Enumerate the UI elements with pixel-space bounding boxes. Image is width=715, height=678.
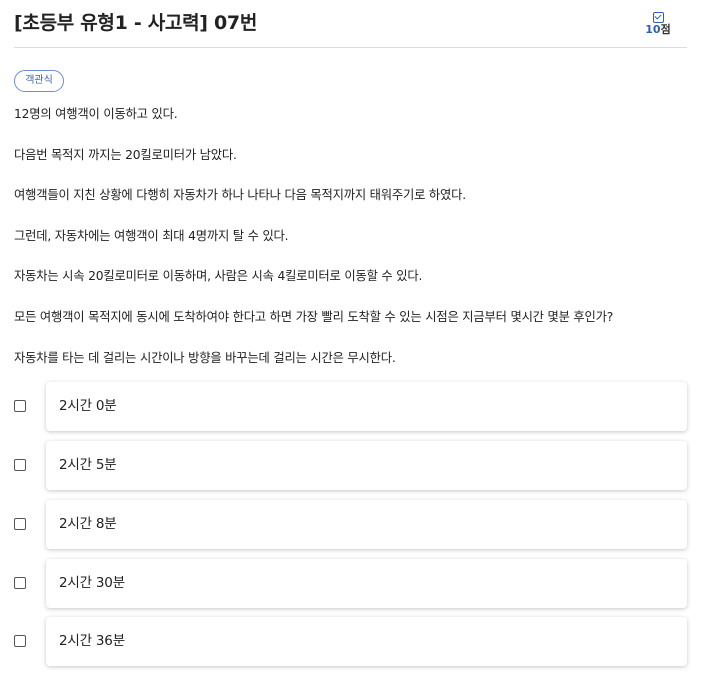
option-card[interactable]: 2시간 8분 [46, 500, 687, 549]
question-type-badge: 객관식 [14, 70, 64, 92]
points-indicator: 10점 [643, 12, 673, 36]
option-checkbox[interactable] [14, 400, 26, 412]
question-line: 자동차는 시속 20킬로미터로 이동하며, 사람은 시속 4킬로미터로 이동할 … [14, 269, 423, 284]
points-label: 10점 [643, 24, 673, 36]
checkbox-icon [652, 12, 664, 23]
question-line: 여행객들이 지친 상황에 다행히 자동차가 하나 나타나 다음 목적지까지 태워… [14, 188, 466, 203]
option-card[interactable]: 2시간 36분 [46, 617, 687, 666]
option-card[interactable]: 2시간 5분 [46, 441, 687, 490]
option-card[interactable]: 2시간 30분 [46, 559, 687, 608]
option-checkbox[interactable] [14, 518, 26, 530]
answer-option-4[interactable]: 2시간 30분 [0, 559, 715, 608]
page-title: [초등부 유형1 - 사고력] 07번 [14, 12, 257, 34]
answer-option-1[interactable]: 2시간 0분 [0, 382, 715, 431]
option-checkbox[interactable] [14, 459, 26, 471]
answer-option-5[interactable]: 2시간 36분 [0, 617, 715, 666]
question-line: 모든 여행객이 목적지에 동시에 도착하여야 한다고 하면 가장 빨리 도착할 … [14, 309, 614, 324]
question-header: [초등부 유형1 - 사고력] 07번 10점 [14, 6, 687, 48]
option-checkbox[interactable] [14, 577, 26, 589]
question-line: 그런데, 자동차에는 여행객이 최대 4명까지 탈 수 있다. [14, 228, 289, 243]
option-card[interactable]: 2시간 0분 [46, 382, 687, 431]
question-line: 다음번 목적지 까지는 20킬로미터가 남았다. [14, 147, 237, 162]
points-unit: 점 [660, 23, 671, 36]
question-line: 12명의 여행객이 이동하고 있다. [14, 107, 178, 121]
answer-option-2[interactable]: 2시간 5분 [0, 441, 715, 490]
points-value: 10 [645, 23, 661, 36]
question-body: 12명의 여행객이 이동하고 있다. 다음번 목적지 까지는 20킬로미터가 남… [14, 103, 694, 387]
option-checkbox[interactable] [14, 635, 26, 647]
answer-option-3[interactable]: 2시간 8분 [0, 500, 715, 549]
